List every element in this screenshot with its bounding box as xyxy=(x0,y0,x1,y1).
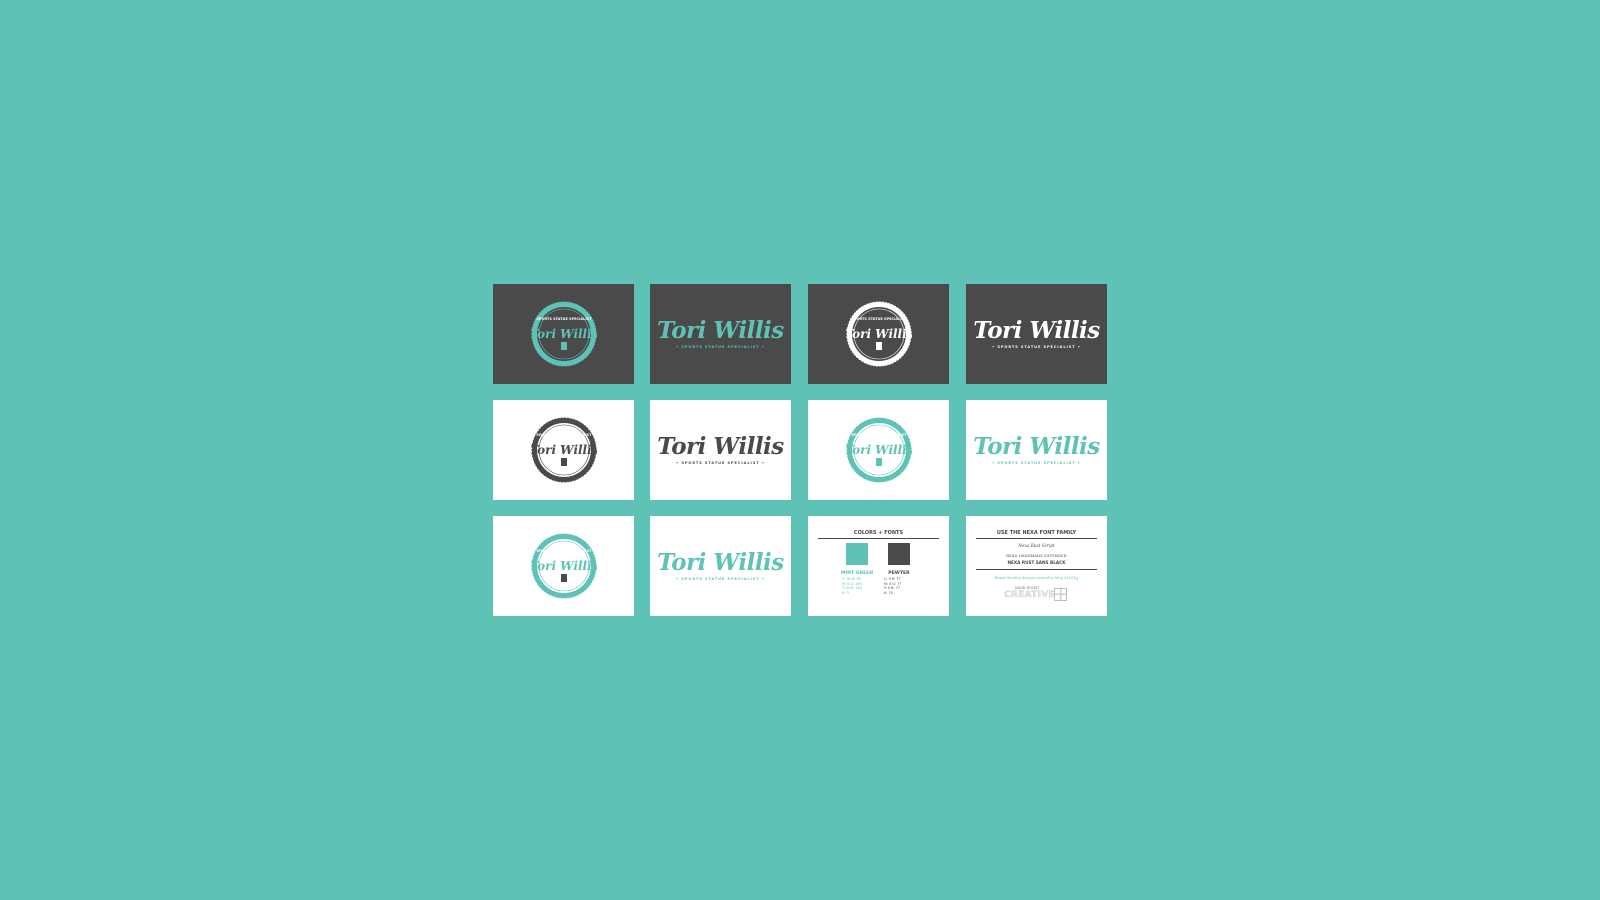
badge-card-dark-mint: Tori Willis SPORTS STATUE SPECIALIST xyxy=(493,284,634,384)
seal-icon: Tori Willis SPORTS STATUE SPECIALIST xyxy=(846,417,912,483)
badge-card-light-mint: Tori Willis SPORTS STATUE SPECIALIST xyxy=(493,516,634,616)
brand-name: Tori Willis xyxy=(973,433,1100,460)
font-sample-handmade: NEXA HANDMADE EXTENDED xyxy=(1006,553,1067,558)
svg-text:Tori Willis: Tori Willis xyxy=(846,327,912,341)
credit-note: Brand identity design created in May 201… xyxy=(994,576,1079,580)
pewter-swatch xyxy=(888,543,910,565)
brand-name: Tori Willis xyxy=(657,317,784,344)
fonts-sheet: USE THE NEXA FONT FAMILY Nexa Rust Scrip… xyxy=(966,516,1107,616)
font-sample-script: Nexa Rust Script xyxy=(1018,543,1055,548)
mint-value-4: K: 0 xyxy=(842,590,849,595)
brand-tagline: • SPORTS STATUE SPECIALIST • xyxy=(676,345,765,349)
wordmark: Tori Willis • SPORTS STATUE SPECIALIST • xyxy=(657,319,784,349)
svg-text:SPORTS STATUE SPECIALIST: SPORTS STATUE SPECIALIST xyxy=(536,433,592,437)
brand-tagline: • SPORTS STATUE SPECIALIST • xyxy=(992,461,1081,465)
wordmark-card-light-mint: Tori Willis • SPORTS STATUE SPECIALIST • xyxy=(966,400,1107,500)
brand-tagline: • SPORTS STATUE SPECIALIST • xyxy=(676,577,765,581)
brand-name: Tori Willis xyxy=(657,433,784,460)
wordmark: Tori Willis • SPORTS STATUE SPECIALIST • xyxy=(657,551,784,581)
pewter-swatch-column: PEWTER C: 0 R: 77 M: 0 G: 77 Y: 0 B: 77 … xyxy=(880,543,918,595)
seal-icon: Tori Willis SPORTS STATUE SPECIALIST xyxy=(531,533,597,599)
seal-icon: Tori Willis SPORTS STATUE SPECIALIST xyxy=(531,301,597,367)
colors-sheet-card: COLORS + FONTS MINT GREEN C: 40 R: 95 M:… xyxy=(808,516,949,616)
svg-text:SPORTS STATUE SPECIALIST: SPORTS STATUE SPECIALIST xyxy=(536,317,592,321)
svg-text:Tori Willis: Tori Willis xyxy=(531,327,597,341)
maker-wordmark: CREATIVE xyxy=(1004,590,1055,600)
wordmark-card-light-pewter: Tori Willis • SPORTS STATUE SPECIALIST • xyxy=(650,400,791,500)
badge-card-light-pewter: Tori Willis SPORTS STATUE SPECIALIST xyxy=(493,400,634,500)
brand-tagline: • SPORTS STATUE SPECIALIST • xyxy=(676,461,765,465)
svg-text:Tori Willis: Tori Willis xyxy=(846,443,912,457)
font-sample-sans-black: NEXA RUST SANS BLACK xyxy=(1007,560,1066,565)
svg-text:SPORTS STATUE SPECIALIST: SPORTS STATUE SPECIALIST xyxy=(851,433,907,437)
mint-swatch-column: MINT GREEN C: 40 R: 95 M: 0 G: 195 Y: 24… xyxy=(838,543,876,595)
badge-card-light-mint-outline: Tori Willis SPORTS STATUE SPECIALIST xyxy=(808,400,949,500)
wordmark-card-light-mint-2: Tori Willis • SPORTS STATUE SPECIALIST • xyxy=(650,516,791,616)
pewter-value-4: K: 70 xyxy=(884,590,893,595)
badge-logo: Tori Willis SPORTS STATUE SPECIALIST xyxy=(846,301,912,367)
brand-name: Tori Willis xyxy=(973,317,1100,344)
badge-card-dark-white: Tori Willis SPORTS STATUE SPECIALIST xyxy=(808,284,949,384)
pewter-swatch-values: C: 0 R: 77 M: 0 G: 77 Y: 0 B: 77 K: 70 xyxy=(880,577,918,595)
seal-icon: Tori Willis SPORTS STATUE SPECIALIST xyxy=(531,417,597,483)
svg-text:SPORTS STATUE SPECIALIST: SPORTS STATUE SPECIALIST xyxy=(536,549,592,553)
wordmark: Tori Willis • SPORTS STATUE SPECIALIST • xyxy=(973,319,1100,349)
wordmark-card-dark-mint: Tori Willis • SPORTS STATUE SPECIALIST • xyxy=(650,284,791,384)
colors-sheet: COLORS + FONTS MINT GREEN C: 40 R: 95 M:… xyxy=(808,516,949,616)
wordmark: Tori Willis • SPORTS STATUE SPECIALIST • xyxy=(657,435,784,465)
badge-logo: Tori Willis SPORTS STATUE SPECIALIST xyxy=(531,301,597,367)
badge-logo: Tori Willis SPORTS STATUE SPECIALIST xyxy=(531,417,597,483)
svg-text:Tori Willis: Tori Willis xyxy=(531,559,597,573)
pewter-swatch-name: PEWTER xyxy=(888,571,910,576)
brand-name: Tori Willis xyxy=(657,549,784,576)
wordmark-card-dark-white: Tori Willis • SPORTS STATUE SPECIALIST • xyxy=(966,284,1107,384)
brand-tagline: • SPORTS STATUE SPECIALIST • xyxy=(992,345,1081,349)
fonts-sheet-card: USE THE NEXA FONT FAMILY Nexa Rust Scrip… xyxy=(966,516,1107,616)
wordmark: Tori Willis • SPORTS STATUE SPECIALIST • xyxy=(973,435,1100,465)
badge-logo: Tori Willis SPORTS STATUE SPECIALIST xyxy=(531,533,597,599)
mint-swatch-name: MINT GREEN xyxy=(840,571,874,576)
svg-text:Tori Willis: Tori Willis xyxy=(531,443,597,457)
fonts-sheet-title: USE THE NEXA FONT FAMILY xyxy=(976,530,1097,539)
mint-swatch xyxy=(846,543,868,565)
colors-sheet-title: COLORS + FONTS xyxy=(818,530,939,539)
maker-logo: DAVID MOUNT CREATIVE xyxy=(1004,586,1055,600)
divider xyxy=(976,569,1097,570)
svg-text:SPORTS STATUE SPECIALIST: SPORTS STATUE SPECIALIST xyxy=(851,317,907,321)
brand-card-grid: Tori Willis SPORTS STATUE SPECIALIST Tor… xyxy=(493,284,1107,616)
badge-logo: Tori Willis SPORTS STATUE SPECIALIST xyxy=(846,417,912,483)
mint-swatch-values: C: 40 R: 95 M: 0 G: 195 Y: 24 B: 181 K: … xyxy=(838,577,876,595)
qr-code-icon xyxy=(1054,588,1067,601)
seal-icon: Tori Willis SPORTS STATUE SPECIALIST xyxy=(846,301,912,367)
